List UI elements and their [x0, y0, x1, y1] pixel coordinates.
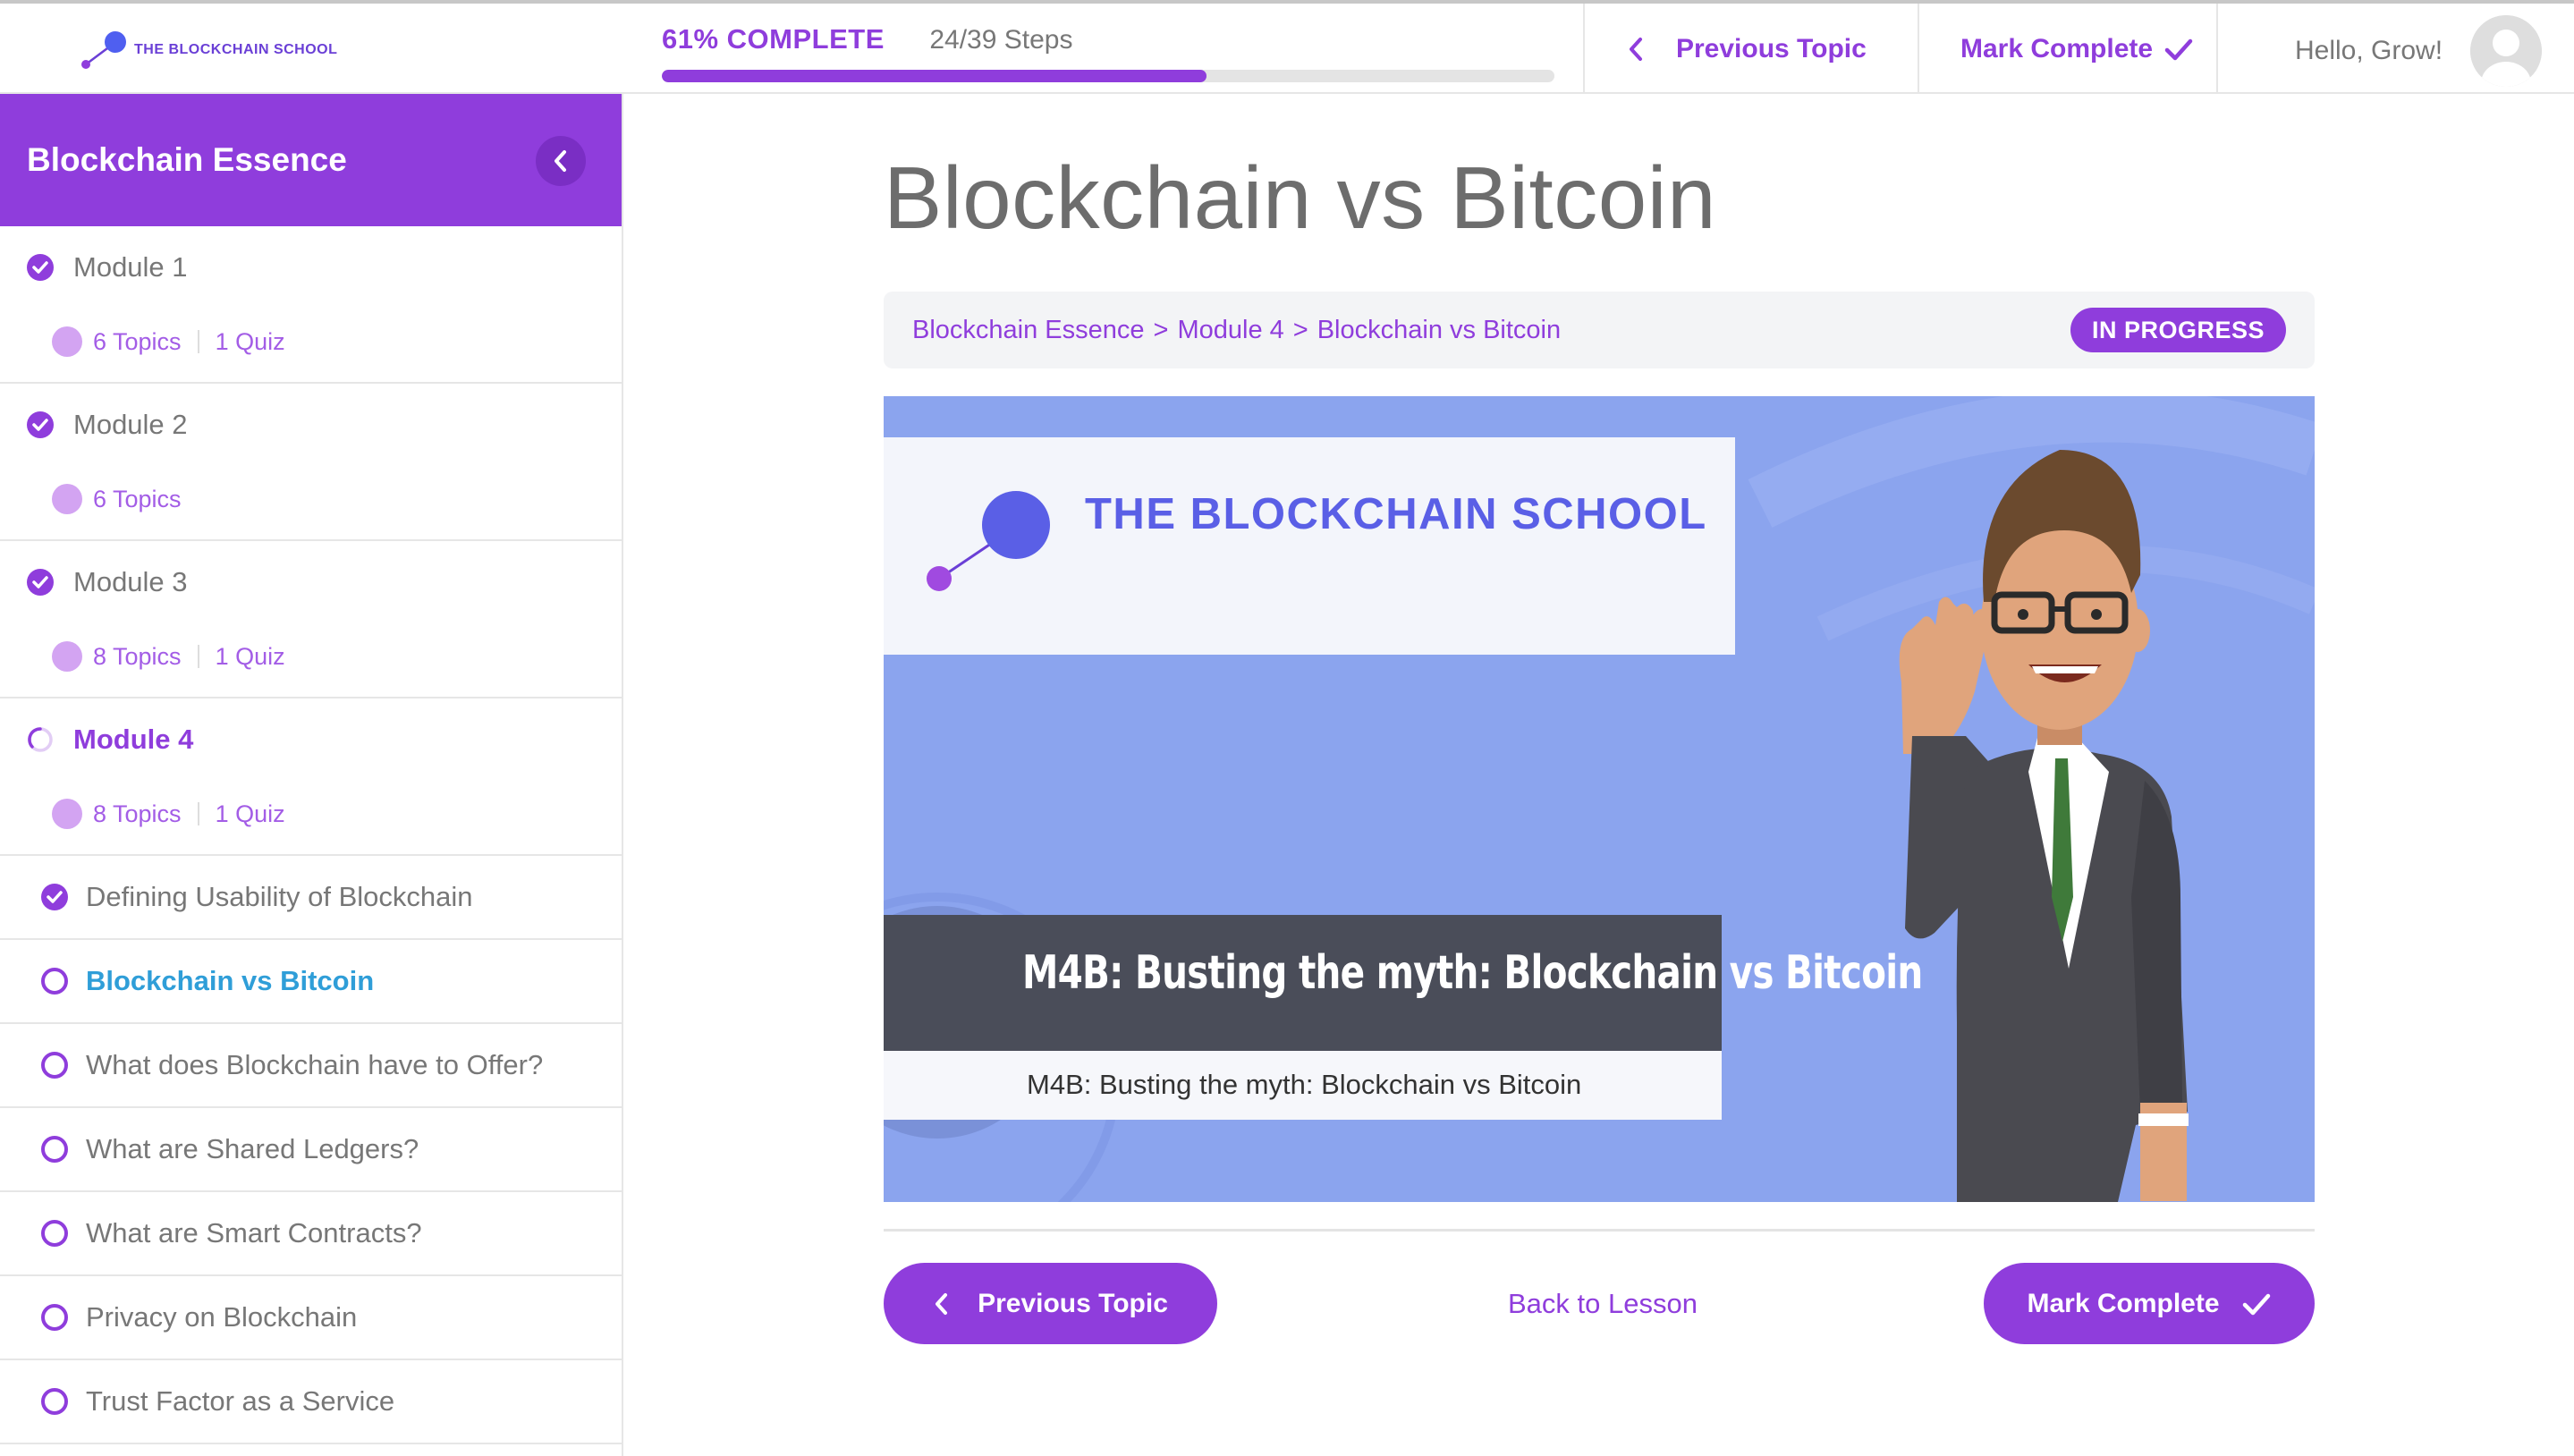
site-logo[interactable]: THE BLOCKCHAIN SCHOOL — [79, 29, 337, 72]
mark-complete-label: Mark Complete — [2027, 1288, 2220, 1318]
topic-label: What are Smart Contracts? — [86, 1217, 422, 1249]
progress-percent: 61% COMPLETE — [662, 23, 885, 55]
content-divider — [884, 1229, 2315, 1232]
checkmark-icon — [2242, 1293, 2270, 1315]
sidebar-topic[interactable]: What are Shared Ledgers? — [0, 1108, 622, 1192]
breadcrumb-separator: > — [1153, 315, 1169, 344]
module-name: Module 1 — [73, 251, 188, 283]
header-divider — [2216, 4, 2218, 94]
check-circle-icon — [27, 411, 54, 438]
back-to-lesson-link[interactable]: Back to Lesson — [1508, 1288, 1698, 1320]
check-circle-icon — [27, 569, 54, 596]
meta-divider — [197, 330, 199, 353]
sidebar-topic[interactable]: What are Smart Contracts? — [0, 1192, 622, 1276]
sidebar-topic[interactable]: What does Blockchain have to Offer? — [0, 1024, 622, 1108]
topic-label: Privacy on Blockchain — [86, 1301, 358, 1333]
module-quiz-count[interactable]: 1 Quiz — [216, 800, 285, 828]
sidebar-module-2[interactable]: Module 2 6 Topics — [0, 384, 622, 541]
incomplete-circle-icon — [41, 1388, 68, 1415]
module-topic-count[interactable]: 8 Topics — [93, 643, 182, 671]
topic-label: Blockchain vs Bitcoin — [86, 965, 375, 996]
sidebar-course-title: Blockchain Essence — [27, 141, 347, 178]
module-name: Module 3 — [73, 566, 188, 597]
video-logo-text: THE BLOCKCHAIN SCHOOL — [1085, 490, 1707, 538]
topic-label: Trust Factor as a Service — [86, 1385, 395, 1417]
sidebar-module-1[interactable]: Module 1 6 Topics 1 Quiz — [0, 226, 622, 384]
module-topic-count[interactable]: 6 Topics — [93, 328, 182, 356]
topic-label: Defining Usability of Blockchain — [86, 881, 473, 912]
incomplete-circle-icon — [41, 1304, 68, 1331]
user-avatar[interactable] — [2470, 15, 2542, 87]
header-divider — [1918, 4, 1919, 94]
video-caption-subtitle: M4B: Busting the myth: Blockchain vs Bit… — [1027, 1069, 1582, 1100]
sidebar-topic[interactable]: Defining Usability of Blockchain — [0, 856, 622, 940]
in-progress-icon — [28, 727, 53, 752]
topics-dot-icon — [52, 799, 82, 829]
incomplete-circle-icon — [41, 1136, 68, 1163]
meta-divider — [197, 802, 199, 825]
sidebar-topic[interactable]: Privacy on Blockchain — [0, 1276, 622, 1360]
breadcrumb-item[interactable]: Blockchain Essence — [912, 316, 1145, 345]
status-badge: IN PROGRESS — [2070, 308, 2286, 352]
check-circle-icon — [41, 884, 68, 910]
module-name: Module 2 — [73, 409, 188, 440]
course-sidebar: Blockchain Essence Module 1 6 Topics 1 Q… — [0, 94, 623, 1456]
course-progress: 61% COMPLETE 24/39 Steps — [662, 23, 1556, 82]
progress-steps: 24/39 Steps — [929, 25, 1073, 55]
chevron-left-icon — [936, 1292, 948, 1315]
previous-topic-label: Previous Topic — [978, 1288, 1168, 1318]
user-avatar-icon — [2470, 15, 2542, 87]
previous-topic-button[interactable]: Previous Topic — [884, 1263, 1217, 1344]
user-greeting: Hello, Grow! — [2295, 36, 2443, 65]
chevron-left-icon — [1630, 38, 1642, 61]
incomplete-circle-icon — [41, 1220, 68, 1247]
mark-complete-button[interactable]: Mark Complete — [1984, 1263, 2315, 1344]
module-topic-count[interactable]: 8 Topics — [93, 800, 182, 828]
presenter-illustration — [1899, 450, 2189, 1202]
page-title: Blockchain vs Bitcoin — [884, 148, 1717, 247]
topics-dot-icon — [52, 484, 82, 514]
top-header: THE BLOCKCHAIN SCHOOL 61% COMPLETE 24/39… — [0, 0, 2574, 94]
sidebar-collapse-button[interactable] — [536, 136, 586, 186]
progress-bar — [662, 70, 1554, 82]
topics-dot-icon — [52, 326, 82, 357]
video-caption-title: M4B: Busting the myth: Blockchain vs Bit… — [1022, 946, 1923, 1000]
progress-bar-fill — [662, 70, 1207, 82]
breadcrumb: Blockchain Essence > Module 4 > Blockcha… — [884, 292, 2315, 368]
header-previous-topic-button[interactable]: Previous Topic — [1626, 34, 1867, 64]
blockchain-logo-icon — [927, 491, 1050, 591]
incomplete-circle-icon — [41, 1052, 68, 1079]
module-name: Module 4 — [73, 724, 194, 755]
check-circle-icon — [27, 254, 54, 281]
module-topic-count[interactable]: 6 Topics — [93, 486, 182, 513]
breadcrumb-separator: > — [1292, 315, 1308, 344]
breadcrumb-item[interactable]: Module 4 — [1177, 316, 1283, 345]
logo-text: THE BLOCKCHAIN SCHOOL — [134, 42, 338, 57]
sidebar-topic-current[interactable]: Blockchain vs Bitcoin — [0, 940, 622, 1024]
header-mark-complete-label: Mark Complete — [1960, 34, 2154, 63]
header-divider — [1583, 4, 1585, 94]
incomplete-circle-icon — [41, 968, 68, 995]
topic-label: What does Blockchain have to Offer? — [86, 1049, 544, 1080]
sidebar-module-4[interactable]: Module 4 8 Topics 1 Quiz — [0, 698, 622, 856]
module-quiz-count[interactable]: 1 Quiz — [216, 643, 285, 671]
module-quiz-count[interactable]: 1 Quiz — [216, 328, 285, 356]
logo-icon — [81, 31, 126, 69]
header-mark-complete-button[interactable]: Mark Complete — [1960, 34, 2194, 64]
video-player[interactable]: THE BLOCKCHAIN SCHOOL M4B: Busting the m… — [884, 396, 2315, 1202]
topics-dot-icon — [52, 641, 82, 672]
header-previous-topic-label: Previous Topic — [1676, 34, 1867, 63]
topic-label: What are Shared Ledgers? — [86, 1133, 419, 1164]
sidebar-topic[interactable]: Trust Factor as a Service — [0, 1360, 622, 1444]
sidebar-module-3[interactable]: Module 3 8 Topics 1 Quiz — [0, 541, 622, 698]
checkmark-icon — [2164, 38, 2193, 61]
chevron-left-icon — [555, 150, 566, 172]
meta-divider — [197, 645, 199, 668]
sidebar-course-header: Blockchain Essence — [0, 94, 622, 226]
breadcrumb-item[interactable]: Blockchain vs Bitcoin — [1317, 316, 1561, 345]
